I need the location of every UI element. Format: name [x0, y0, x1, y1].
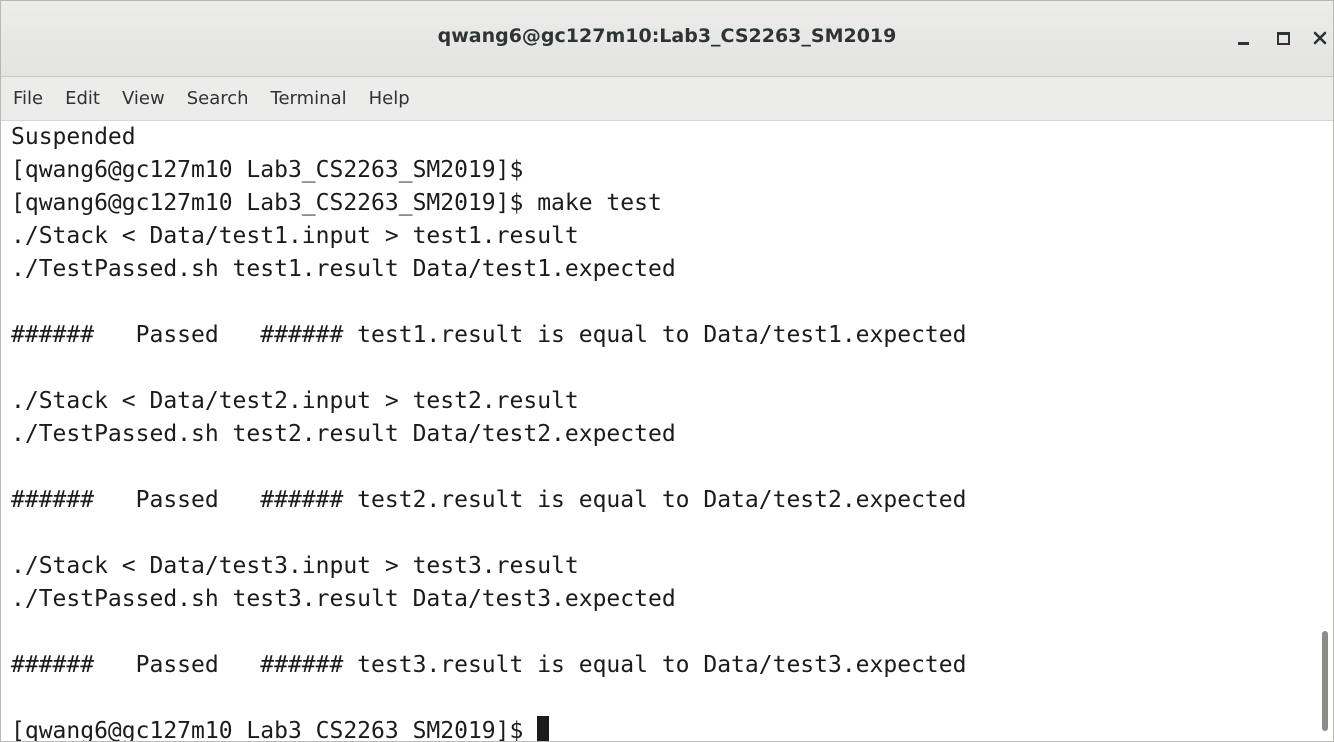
terminal-line: ###### Passed ###### test2.result is equ… [11, 487, 967, 513]
vertical-scrollbar[interactable] [1319, 121, 1333, 741]
text-cursor [537, 716, 550, 741]
terminal-output[interactable]: Suspended [qwang6@gc127m10 Lab3_CS2263_S… [1, 121, 1319, 742]
menu-view[interactable]: View [122, 88, 165, 109]
terminal-line: ./Stack < Data/test1.input > test1.resul… [11, 223, 579, 249]
scrollbar-thumb[interactable] [1322, 631, 1328, 731]
menu-search[interactable]: Search [187, 88, 249, 109]
terminal-line: ./TestPassed.sh test1.result Data/test1.… [11, 256, 676, 282]
terminal-line: ./Stack < Data/test2.input > test2.resul… [11, 388, 579, 414]
window-title: qwang6@gc127m10:Lab3_CS2263_SM2019 [437, 25, 897, 47]
terminal-window: qwang6@gc127m10:Lab3_CS2263_SM2019 File … [0, 0, 1334, 742]
terminal-line: ###### Passed ###### test1.result is equ… [11, 322, 967, 348]
terminal-prompt: [qwang6@gc127m10 Lab3_CS2263_SM2019]$ [11, 718, 538, 742]
terminal-line: ./TestPassed.sh test3.result Data/test3.… [11, 586, 676, 612]
menu-edit[interactable]: Edit [65, 88, 100, 109]
close-button[interactable] [1305, 23, 1333, 53]
menu-file[interactable]: File [13, 88, 43, 109]
terminal-line: ./Stack < Data/test3.input > test3.resul… [11, 553, 579, 579]
terminal-line: [qwang6@gc127m10 Lab3_CS2263_SM2019]$ ma… [11, 190, 662, 216]
maximize-icon [1276, 31, 1290, 45]
menu-terminal[interactable]: Terminal [271, 88, 347, 109]
terminal-line: [qwang6@gc127m10 Lab3_CS2263_SM2019]$ [11, 157, 524, 183]
menu-help[interactable]: Help [369, 88, 410, 109]
minimize-icon [1237, 41, 1249, 45]
menu-bar: File Edit View Search Terminal Help [1, 77, 1333, 121]
close-icon [1313, 31, 1327, 45]
terminal-prompt-line[interactable]: [qwang6@gc127m10 Lab3_CS2263_SM2019]$ [11, 715, 1319, 742]
terminal-line: ###### Passed ###### test3.result is equ… [11, 652, 967, 678]
title-bar[interactable]: qwang6@gc127m10:Lab3_CS2263_SM2019 [1, 1, 1333, 77]
minimize-button[interactable] [1228, 23, 1258, 53]
maximize-button[interactable] [1268, 23, 1298, 53]
terminal-line: Suspended [11, 124, 136, 150]
terminal-line: ./TestPassed.sh test2.result Data/test2.… [11, 421, 676, 447]
